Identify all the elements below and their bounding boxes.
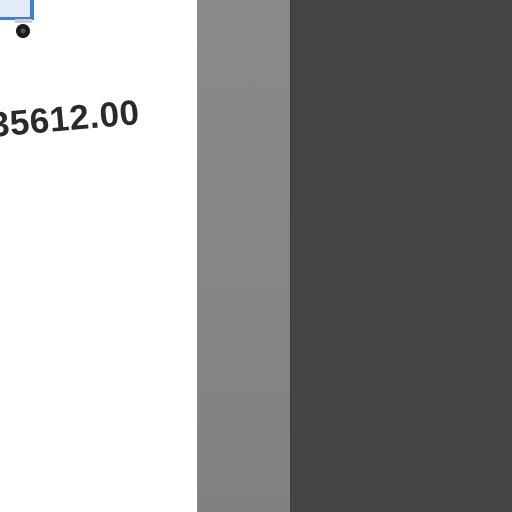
price-label: 35612.00 [0,93,142,145]
screen: 35612.00 [0,0,512,512]
right-panel [290,0,512,512]
cart-wheel-icon [0,0,34,38]
product-card[interactable]: 35612.00 [0,0,197,512]
middle-panel [197,0,290,512]
